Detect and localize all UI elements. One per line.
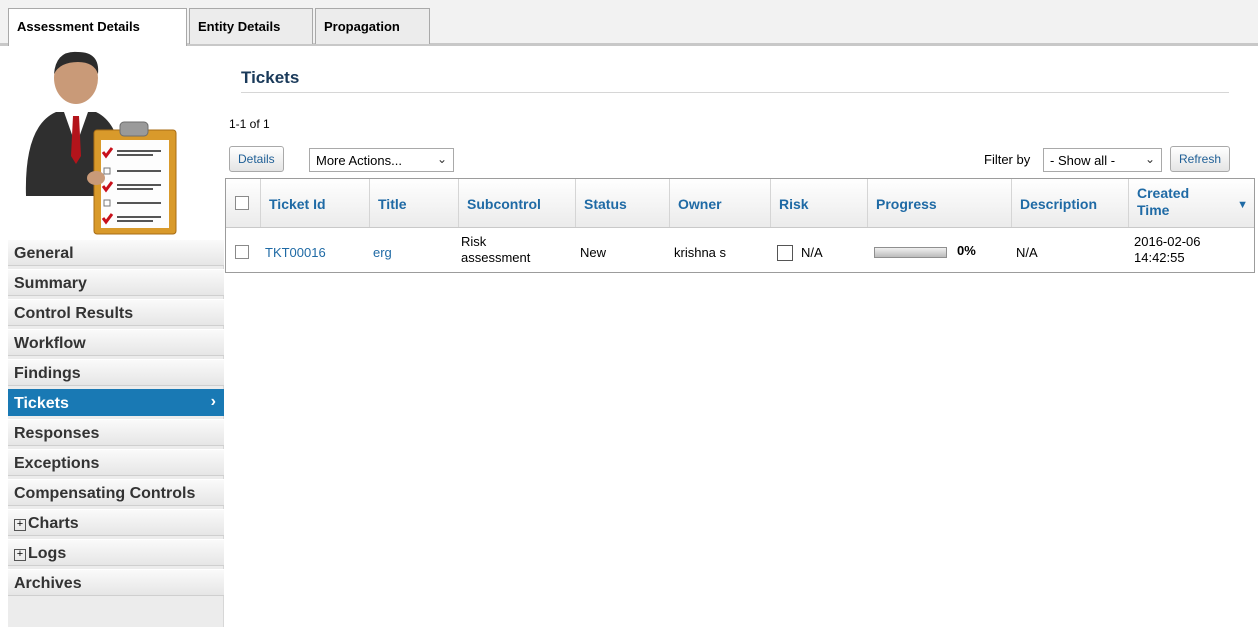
select-all-cell: [226, 179, 260, 227]
sidebar-item-responses[interactable]: Responses: [8, 419, 224, 446]
page-title: Tickets: [241, 68, 300, 87]
sidebar-item-tickets[interactable]: Tickets ›: [8, 389, 224, 416]
sidebar-item-archives[interactable]: Archives: [8, 569, 224, 596]
column-header-status[interactable]: Status: [575, 179, 669, 227]
chevron-down-icon: ⌄: [1144, 152, 1155, 166]
sidebar-item-workflow[interactable]: Workflow: [8, 329, 224, 356]
sidebar-item-control-results[interactable]: Control Results: [8, 299, 224, 326]
sidebar-item-logs[interactable]: + Logs: [8, 539, 224, 566]
progress-percent: 0%: [957, 243, 976, 258]
tab-entity-details[interactable]: Entity Details: [189, 8, 313, 44]
sidebar-item-summary[interactable]: Summary: [8, 269, 224, 296]
chevron-right-icon: ›: [210, 393, 216, 410]
progress-bar: [874, 247, 947, 258]
column-header-description[interactable]: Description: [1011, 179, 1128, 227]
sidebar-item-label: Tickets: [14, 395, 69, 412]
column-header-title[interactable]: Title: [369, 179, 458, 227]
column-header-owner[interactable]: Owner: [669, 179, 770, 227]
filter-label: Filter by: [984, 152, 1031, 167]
column-header-progress[interactable]: Progress: [867, 179, 1011, 227]
sidebar-item-label: Findings: [14, 365, 81, 382]
tab-assessment-details[interactable]: Assessment Details: [8, 8, 187, 46]
tab-propagation[interactable]: Propagation: [315, 8, 430, 44]
column-header-created-time[interactable]: Created Time ▼: [1128, 179, 1254, 227]
pagination-count: 1-1 of 1: [229, 117, 270, 131]
created-time-cell: 2016-02-06 14:42:55: [1134, 234, 1201, 265]
expand-plus-icon[interactable]: +: [14, 549, 26, 561]
column-header-subcontrol[interactable]: Subcontrol: [458, 179, 575, 227]
subcontrol-cell: Risk assessment: [461, 234, 531, 265]
sidebar-item-label: Archives: [14, 575, 82, 592]
sidebar-item-label: Summary: [14, 275, 87, 292]
sidebar-item-label: Compensating Controls: [14, 485, 196, 502]
created-time-header-label: Created Time: [1137, 185, 1190, 218]
sidebar-item-label: Control Results: [14, 305, 134, 322]
select-all-checkbox[interactable]: [235, 196, 249, 210]
ticket-title-link[interactable]: erg: [373, 245, 392, 261]
sidebar-item-general[interactable]: General: [8, 239, 224, 266]
column-header-risk[interactable]: Risk: [770, 179, 867, 227]
sidebar-item-findings[interactable]: Findings: [8, 359, 224, 386]
sidebar-item-label: Charts: [28, 515, 79, 532]
sidebar-item-charts[interactable]: + Charts: [8, 509, 224, 536]
status-cell: New: [580, 245, 607, 260]
refresh-button[interactable]: Refresh: [1170, 146, 1231, 172]
filter-value: - Show all -: [1050, 153, 1116, 168]
sidebar-item-label: General: [14, 245, 74, 262]
filter-select[interactable]: - Show all - ⌄: [1043, 148, 1162, 172]
column-header-ticket-id[interactable]: Ticket Id: [260, 179, 369, 227]
sidebar-item-label: Responses: [14, 425, 100, 442]
sidebar-item-label: Workflow: [14, 335, 86, 352]
owner-cell: krishna s: [674, 245, 727, 260]
risk-cell: N/A: [801, 245, 823, 260]
row-checkbox[interactable]: [235, 245, 249, 259]
sort-descending-icon: ▼: [1237, 199, 1248, 211]
sidebar: General Summary Control Results Workflow…: [8, 46, 224, 627]
expand-plus-icon[interactable]: +: [14, 519, 26, 531]
description-cell: N/A: [1016, 245, 1038, 260]
risk-indicator: [777, 245, 793, 261]
sidebar-item-label: Logs: [28, 545, 67, 562]
more-actions-select[interactable]: More Actions... ⌄: [309, 148, 454, 172]
chevron-down-icon: ⌄: [436, 152, 447, 166]
title-divider: [241, 92, 1229, 93]
details-button[interactable]: Details: [229, 146, 284, 172]
tickets-table: Ticket Id Title Subcontrol Status Owner …: [225, 178, 1255, 273]
sidebar-item-compensating-controls[interactable]: Compensating Controls: [8, 479, 224, 506]
ticket-id-link[interactable]: TKT00016: [265, 245, 326, 261]
assessment-avatar: [8, 46, 224, 240]
table-header: Ticket Id Title Subcontrol Status Owner …: [226, 179, 1254, 228]
assessor-clipboard-icon: [25, 51, 177, 235]
top-tab-bar: Assessment Details Entity Details Propag…: [0, 0, 1258, 46]
sidebar-item-label: Exceptions: [14, 455, 100, 472]
sidebar-item-exceptions[interactable]: Exceptions: [8, 449, 224, 476]
more-actions-value: More Actions...: [316, 153, 402, 168]
